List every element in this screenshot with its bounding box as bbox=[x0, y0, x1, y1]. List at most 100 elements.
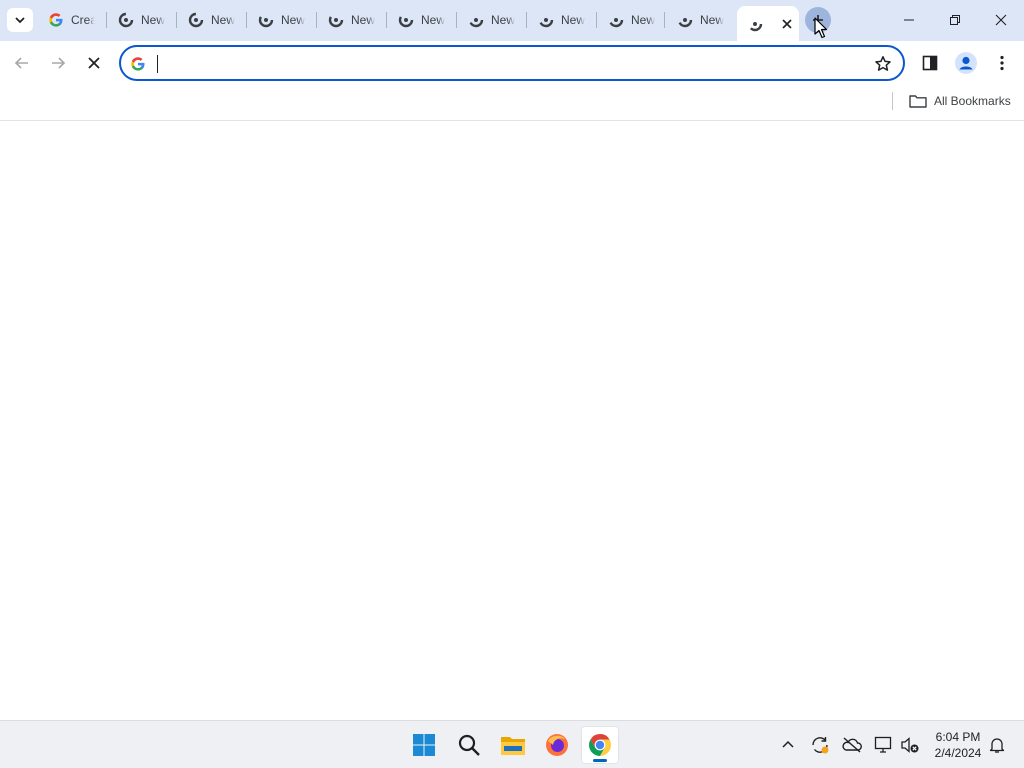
loading-spinner-icon bbox=[398, 12, 414, 28]
tab-title: New Tab bbox=[211, 13, 235, 27]
bell-icon bbox=[989, 738, 1005, 753]
all-bookmarks-label: All Bookmarks bbox=[934, 94, 1011, 108]
onedrive-tray-button[interactable] bbox=[840, 733, 864, 757]
tab-title: New Tab bbox=[141, 13, 165, 27]
tab-title: New Tab bbox=[491, 13, 515, 27]
restore-icon bbox=[950, 15, 960, 25]
all-bookmarks-button[interactable]: All Bookmarks bbox=[909, 91, 1011, 111]
tab-divider bbox=[176, 12, 177, 28]
tab-search-button[interactable] bbox=[7, 8, 33, 32]
tab-divider bbox=[246, 12, 247, 28]
stop-button[interactable] bbox=[80, 49, 108, 77]
tab-new-tab[interactable]: New Tab bbox=[538, 6, 585, 34]
show-hidden-icons-button[interactable] bbox=[776, 733, 800, 757]
loading-spinner-icon bbox=[188, 12, 204, 28]
tab-title: Create bbox=[71, 13, 95, 27]
tab-strip: Create New Tab New Tab New Tab New Tab N… bbox=[0, 0, 1024, 41]
tab-divider bbox=[664, 12, 665, 28]
sync-tray-button[interactable] bbox=[808, 733, 832, 757]
bookmarks-divider bbox=[892, 92, 893, 110]
google-g-icon bbox=[129, 55, 147, 73]
firefox-button[interactable] bbox=[538, 726, 576, 764]
minimize-button[interactable] bbox=[886, 0, 932, 40]
close-icon bbox=[995, 14, 1007, 26]
clock-date: 2/4/2024 bbox=[934, 746, 982, 760]
system-clock[interactable]: 6:04 PM 2/4/2024 bbox=[926, 729, 990, 761]
profile-button[interactable] bbox=[952, 49, 980, 77]
chrome-button[interactable] bbox=[581, 726, 619, 764]
notifications-button[interactable] bbox=[985, 733, 1009, 757]
side-panel-icon bbox=[922, 55, 938, 71]
windows-start-icon bbox=[413, 734, 435, 756]
more-menu-button[interactable] bbox=[988, 49, 1016, 77]
chevron-up-icon bbox=[782, 740, 794, 748]
loading-spinner-icon bbox=[677, 12, 693, 28]
tab-divider bbox=[106, 12, 107, 28]
toolbar bbox=[0, 41, 1024, 85]
tab-divider bbox=[456, 12, 457, 28]
bookmarks-bar: All Bookmarks bbox=[0, 85, 1024, 121]
tab-new-tab[interactable]: New Tab bbox=[188, 6, 235, 34]
tab-active[interactable] bbox=[737, 6, 799, 41]
onedrive-icon bbox=[842, 737, 862, 753]
loading-spinner-icon bbox=[608, 12, 624, 28]
tab-title: New Tab bbox=[351, 13, 375, 27]
tab-new-tab[interactable]: New Tab bbox=[118, 6, 165, 34]
profile-icon bbox=[955, 52, 977, 74]
search-icon bbox=[458, 734, 480, 756]
tab-new-tab[interactable]: New Tab bbox=[468, 6, 515, 34]
tab-create[interactable]: Create bbox=[48, 6, 95, 34]
loading-spinner-icon bbox=[468, 12, 484, 28]
chevron-down-icon bbox=[15, 17, 25, 24]
tab-title: New Tab bbox=[631, 13, 655, 27]
mouse-cursor-icon bbox=[814, 17, 828, 39]
restore-button[interactable] bbox=[932, 0, 978, 40]
clock-time: 6:04 PM bbox=[935, 730, 981, 744]
arrow-left-icon bbox=[14, 57, 28, 69]
tab-divider bbox=[386, 12, 387, 28]
loading-spinner-icon bbox=[328, 12, 344, 28]
minimize-icon bbox=[904, 19, 914, 21]
loading-spinner-icon bbox=[538, 12, 554, 28]
loading-spinner-icon bbox=[258, 12, 274, 28]
tab-divider bbox=[526, 12, 527, 28]
file-explorer-button[interactable] bbox=[494, 726, 532, 764]
tab-divider bbox=[596, 12, 597, 28]
tab-close-icon[interactable] bbox=[779, 16, 795, 32]
tab-new-tab[interactable]: New Tab bbox=[608, 6, 655, 34]
firefox-icon bbox=[546, 734, 568, 756]
bookmark-star-icon[interactable] bbox=[873, 54, 893, 74]
tab-new-tab[interactable]: New Tab bbox=[677, 6, 724, 34]
tab-new-tab[interactable]: New Tab bbox=[328, 6, 375, 34]
tab-new-tab[interactable]: New Tab bbox=[258, 6, 305, 34]
tab-title: New Tab bbox=[700, 13, 724, 27]
folder-icon bbox=[909, 95, 927, 108]
network-icon bbox=[874, 736, 892, 753]
more-menu-icon bbox=[1000, 55, 1004, 71]
tab-title: New Tab bbox=[281, 13, 305, 27]
start-button[interactable] bbox=[405, 726, 443, 764]
text-caret bbox=[157, 55, 158, 73]
network-tray-button[interactable] bbox=[872, 733, 896, 757]
file-explorer-icon bbox=[501, 737, 525, 755]
page-content bbox=[0, 121, 1024, 720]
side-panel-button[interactable] bbox=[916, 49, 944, 77]
back-button[interactable] bbox=[8, 49, 36, 77]
close-window-button[interactable] bbox=[978, 0, 1024, 40]
active-app-indicator bbox=[593, 759, 607, 762]
arrow-right-icon bbox=[52, 57, 66, 69]
forward-button[interactable] bbox=[44, 49, 72, 77]
taskbar-search-button[interactable] bbox=[450, 726, 488, 764]
address-bar[interactable] bbox=[119, 45, 905, 81]
loading-spinner-icon bbox=[747, 16, 763, 32]
tab-title: New Tab bbox=[421, 13, 445, 27]
address-input[interactable] bbox=[155, 53, 855, 75]
stop-icon bbox=[88, 57, 100, 69]
tab-new-tab[interactable]: New Tab bbox=[398, 6, 445, 34]
tab-title: New Tab bbox=[561, 13, 585, 27]
loading-spinner-icon bbox=[118, 12, 134, 28]
sync-icon bbox=[812, 737, 829, 754]
chrome-icon bbox=[589, 734, 611, 756]
taskbar: 6:04 PM 2/4/2024 bbox=[0, 720, 1024, 768]
volume-tray-button[interactable] bbox=[898, 733, 922, 757]
